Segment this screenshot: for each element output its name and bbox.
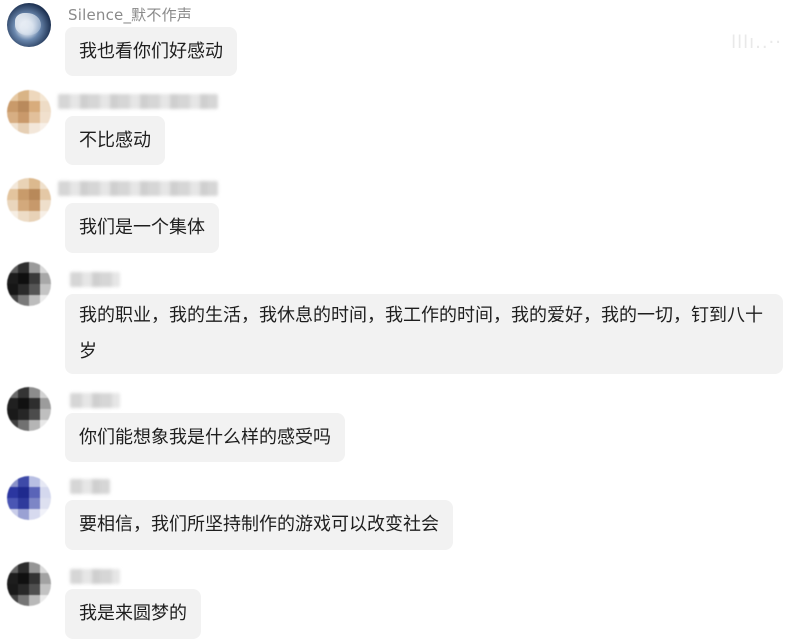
avatar[interactable] bbox=[7, 90, 51, 134]
avatar[interactable] bbox=[7, 476, 51, 520]
message-bubble: 我也看你们好感动 bbox=[65, 27, 237, 76]
message-bubble: 我的职业，我的生活，我休息的时间，我工作的时间，我的爱好，我的一切，钉到八十岁 bbox=[65, 294, 783, 374]
sender-name-redacted bbox=[58, 181, 218, 196]
sender-name-redacted bbox=[58, 94, 218, 109]
chat-message-list: Silence_默不作声 我也看你们好感动 不比感动 我们是一个集体 我的职业，… bbox=[0, 0, 790, 641]
avatar[interactable] bbox=[7, 562, 51, 606]
avatar[interactable] bbox=[7, 262, 51, 306]
avatar[interactable] bbox=[7, 178, 51, 222]
message-bubble: 不比感动 bbox=[65, 116, 165, 165]
sender-name-redacted bbox=[70, 272, 120, 287]
avatar[interactable] bbox=[7, 387, 51, 431]
message-bubble: 我们是一个集体 bbox=[65, 203, 219, 253]
avatar[interactable] bbox=[7, 3, 51, 47]
message-bubble: 你们能想象我是什么样的感受吗 bbox=[65, 413, 345, 462]
message-bubble: 我是来圆梦的 bbox=[65, 589, 201, 639]
sender-name-redacted bbox=[70, 569, 120, 584]
sender-name-redacted bbox=[70, 479, 110, 494]
watermark: lllı..·· bbox=[731, 32, 782, 53]
sender-name[interactable]: Silence_默不作声 bbox=[68, 4, 192, 25]
message-bubble: 要相信，我们所坚持制作的游戏可以改变社会 bbox=[65, 500, 453, 550]
sender-name-redacted bbox=[70, 393, 120, 408]
